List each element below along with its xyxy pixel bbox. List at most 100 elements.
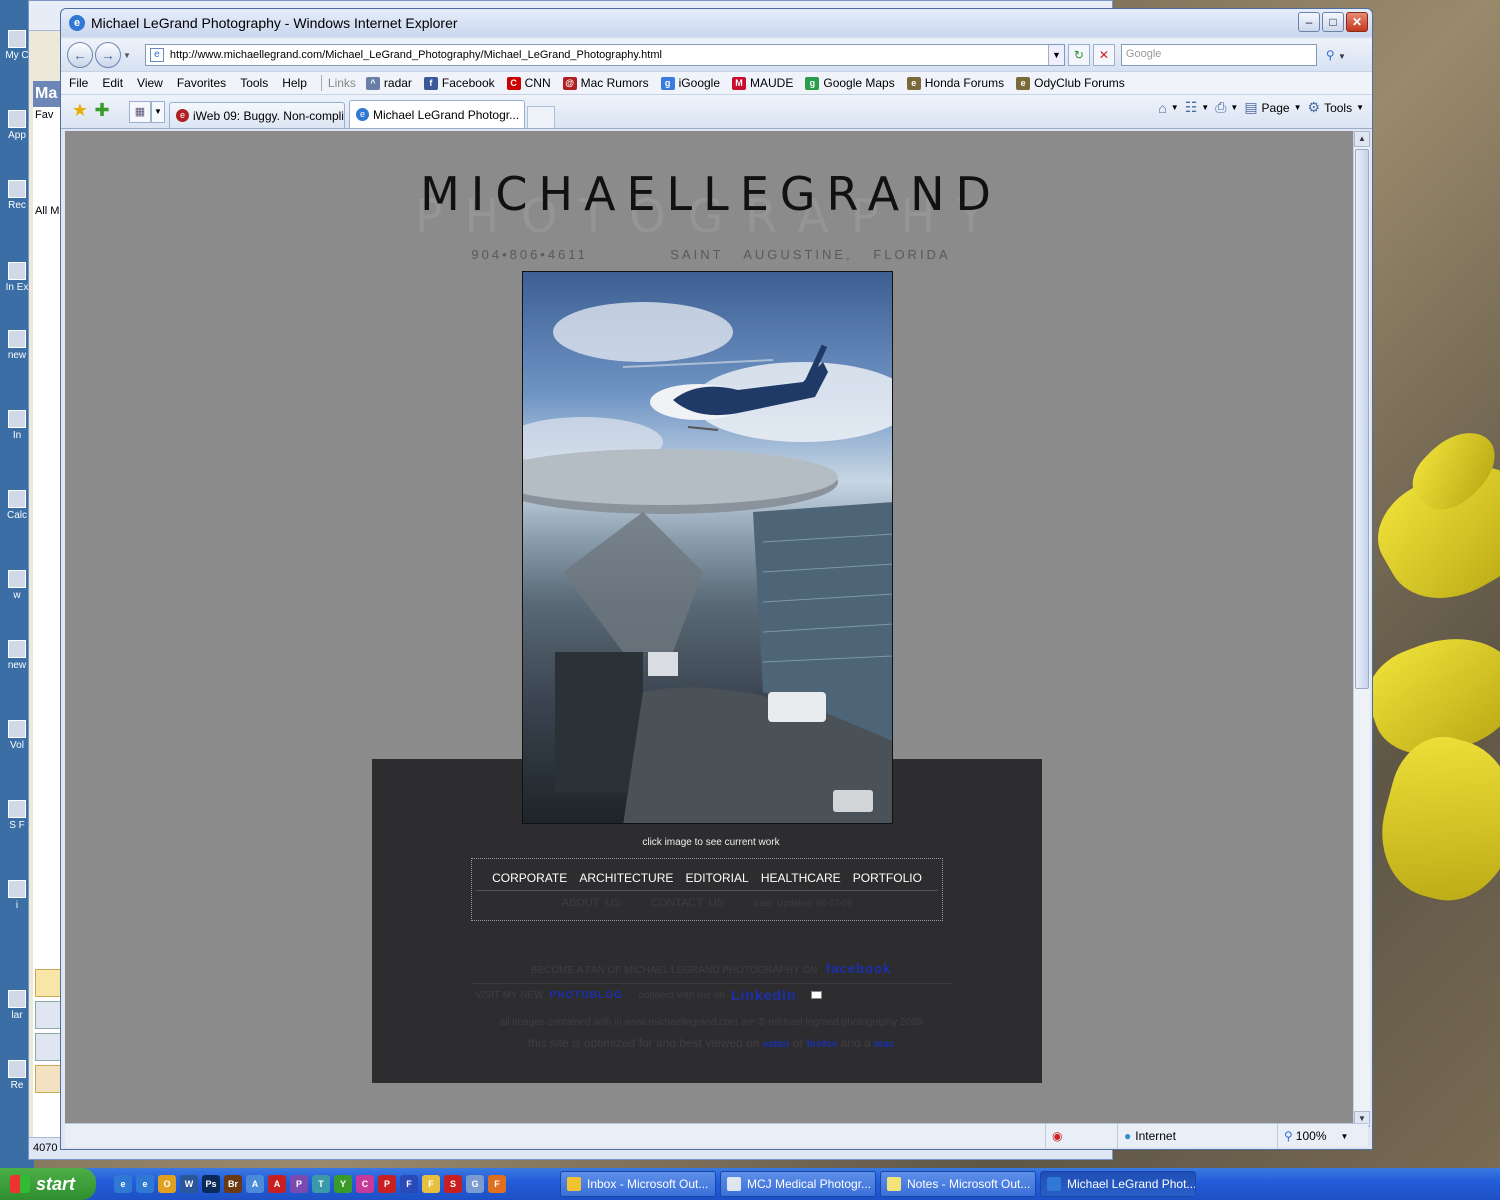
page-menu[interactable]: ▤ Page ▼ [1244,99,1301,116]
desktop-shortcut-icon [8,110,26,128]
back-button[interactable]: ← [67,42,93,68]
search-input[interactable]: Google [1120,44,1317,66]
zoom-level[interactable]: ⚲ 100% ▼ [1277,1124,1367,1148]
firefox-link[interactable]: firefox [807,1039,838,1050]
outlook-contacts-button[interactable] [35,1033,63,1061]
ie2-quick-icon[interactable]: e [136,1175,154,1193]
new-tab-button[interactable] [527,106,555,128]
nav-portfolio[interactable]: PORTFOLIO [853,871,922,885]
folder-quick-icon[interactable]: F [422,1175,440,1193]
link-odyclub-forums[interactable]: e OdyClub Forums [1016,76,1125,90]
link-honda-forums[interactable]: e Honda Forums [906,76,1004,90]
favicon-icon: @ [562,76,577,90]
address-field[interactable]: e http://www.michaellegrand.com/Michael_… [144,44,1065,66]
quick-tabs-button[interactable]: ▦ [129,101,151,123]
menu-tools[interactable]: Tools [240,76,268,90]
page-icon: e [149,48,164,62]
status-bar: ◉ ● Internet ⚲ 100% ▼ [65,1123,1368,1148]
linkedin-link[interactable]: LinkedIn [731,987,797,1003]
featured-photo-helicopter[interactable] [522,271,893,824]
nav-architecture[interactable]: ARCHITECTURE [579,871,673,885]
link-maude[interactable]: M MAUDE [732,76,793,90]
security-zone[interactable]: ● Internet [1117,1124,1277,1148]
facebook-link[interactable]: facebook [826,961,891,976]
word-quick-icon[interactable]: W [180,1175,198,1193]
location: SAINT AUGUSTINE, FLORIDA [670,247,951,262]
menu-help[interactable]: Help [282,76,307,90]
photoblog-link[interactable]: PHOTOBLOG [550,990,623,1001]
flag-quick-icon[interactable]: F [400,1175,418,1193]
link-cnn[interactable]: C CNN [506,76,551,90]
link-radar[interactable]: ^ radar [365,76,412,90]
globe-quick-icon[interactable]: G [466,1175,484,1193]
add-favorites-icon[interactable]: ✚ [91,98,113,124]
task-app-icon [887,1177,901,1191]
pdf-quick-icon[interactable]: P [378,1175,396,1193]
outlook-mail-button[interactable] [35,969,63,997]
nav-contact-us[interactable]: CONTACT US [651,897,725,909]
nav-editorial[interactable]: EDITORIAL [686,871,749,885]
feeds-button[interactable]: ☷ ▼ [1185,99,1209,116]
mac-link[interactable]: mac [874,1039,894,1050]
tab-list-dropdown[interactable]: ▼ [151,101,165,123]
favorites-center-icon[interactable]: ★ [69,98,91,124]
tool-quick-icon[interactable]: T [312,1175,330,1193]
outlook-tasks-button[interactable] [35,1065,63,1093]
stop-quick-icon[interactable]: S [444,1175,462,1193]
scroll-thumb[interactable] [1355,149,1369,689]
taskbar-button[interactable]: Notes - Microsoft Out... [880,1171,1036,1197]
refresh-button[interactable]: ↻ [1067,44,1090,66]
link-google-maps[interactable]: g Google Maps [805,76,895,90]
site-title[interactable]: MICHAELLEGRAND [65,167,1357,221]
menu-view[interactable]: View [137,76,163,90]
window-title: Michael LeGrand Photography - Windows In… [91,15,458,31]
nav-healthcare[interactable]: HEALTHCARE [761,871,841,885]
taskbar-button[interactable]: Inbox - Microsoft Out... [560,1171,716,1197]
bridge-quick-icon[interactable]: Br [224,1175,242,1193]
maximize-button[interactable]: □ [1322,12,1344,32]
nav-corporate[interactable]: CORPORATE [492,871,567,885]
address-dropdown-icon[interactable]: ▼ [1047,45,1064,65]
outlook-quick-icon[interactable]: O [158,1175,176,1193]
nav-about-us[interactable]: ABOUT US [562,897,621,909]
menu-file[interactable]: File [69,76,88,90]
taskbar: start e e O W Ps Br A A P T Y C P F F S G F Inbox - Micro… [0,1168,1500,1200]
stop-button[interactable]: ✕ [1092,44,1115,66]
menu-favorites[interactable]: Favorites [177,76,226,90]
photoshop-quick-icon[interactable]: Ps [202,1175,220,1193]
link-facebook[interactable]: f Facebook [423,76,495,90]
link-mac-rumors[interactable]: @ Mac Rumors [562,76,649,90]
browser-quick-icon[interactable]: A [246,1175,264,1193]
vertical-scrollbar[interactable]: ▲ ▼ [1353,131,1370,1127]
tab-active[interactable]: eMichael LeGrand Photogr...✕ [349,100,525,128]
taskbar-button[interactable]: MCJ Medical Photogr... [720,1171,876,1197]
colors-quick-icon[interactable]: C [356,1175,374,1193]
tree-quick-icon[interactable]: Y [334,1175,352,1193]
search-button[interactable]: ⚲ ▼ [1319,44,1353,66]
ie-quick-icon[interactable]: e [114,1175,132,1193]
privacy-icon[interactable]: ◉ [1045,1124,1117,1148]
recent-pages-dropdown-icon[interactable]: ▼ [123,51,131,60]
close-button[interactable]: ✕ [1346,12,1368,32]
taskbar-button[interactable]: Michael LeGrand Phot... [1040,1171,1196,1197]
picasa-quick-icon[interactable]: P [290,1175,308,1193]
ie-titlebar[interactable]: e Michael LeGrand Photography - Windows … [61,9,1372,37]
minimize-button[interactable]: – [1298,12,1320,32]
email-icon[interactable] [810,991,822,999]
home-button[interactable]: ⌂ ▼ [1158,100,1178,116]
acrobat-quick-icon[interactable]: A [268,1175,286,1193]
search-options-icon[interactable]: ▼ [1338,52,1346,61]
firefox-quick-icon[interactable]: F [488,1175,506,1193]
link-igoogle[interactable]: g iGoogle [660,76,720,90]
print-button[interactable]: ⎙ ▼ [1215,99,1238,116]
outlook-calendar-button[interactable] [35,1001,63,1029]
start-button[interactable]: start [0,1168,96,1200]
menu-edit[interactable]: Edit [102,76,123,90]
tools-menu[interactable]: ⚙ Tools ▼ [1308,99,1365,116]
tab[interactable]: e iWeb 09: Buggy. Non-compli... [169,102,345,128]
tab-favicon-icon: e [356,108,369,121]
safari-link[interactable]: safari [763,1039,790,1050]
forward-button[interactable]: → [95,42,121,68]
scroll-up-button[interactable]: ▲ [1354,131,1370,147]
ie-logo-icon: e [69,15,85,31]
